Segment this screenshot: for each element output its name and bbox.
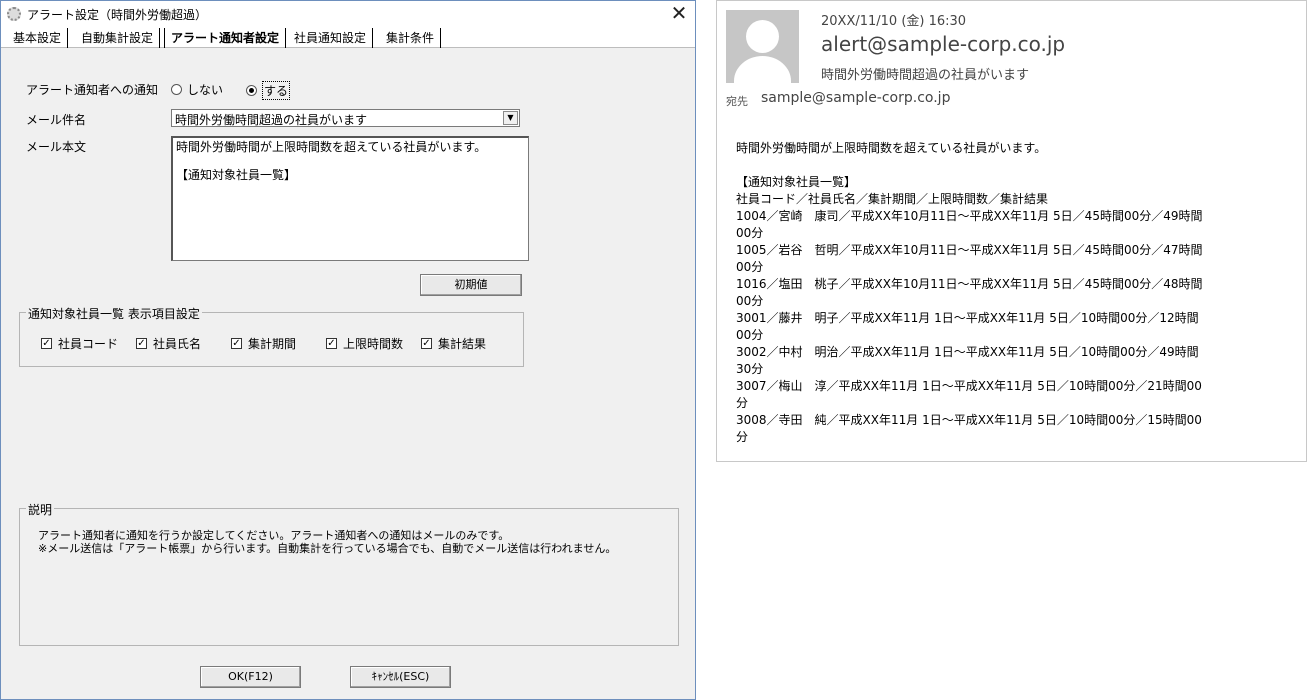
- avatar: [726, 10, 799, 83]
- notify-off-label: しない: [187, 83, 224, 97]
- notify-off-radio[interactable]: しない: [171, 81, 223, 98]
- checkbox-checked-icon: ✓: [231, 338, 242, 349]
- check-aggregate-result[interactable]: ✓ 集計結果: [421, 335, 486, 352]
- checkbox-checked-icon: ✓: [41, 338, 52, 349]
- checkbox-checked-icon: ✓: [421, 338, 432, 349]
- mail-body-line: 分: [736, 396, 749, 410]
- subject-combobox[interactable]: 時間外労働時間超過の社員がいます ▼: [171, 109, 520, 127]
- mail-body-line: 00分: [736, 260, 764, 274]
- gear-icon: [7, 7, 21, 21]
- mail-body-line: 1005／岩谷 哲明／平成XX年10月11日～平成XX年11月 5日／45時間0…: [736, 243, 1203, 257]
- body-textarea[interactable]: 時間外労働時間が上限時間数を超えている社員がいます。 【通知対象社員一覧】: [171, 136, 529, 261]
- ok-button[interactable]: OK(F12): [200, 666, 301, 688]
- radio-on-icon: [246, 85, 257, 96]
- body-label: メール本文: [26, 140, 87, 154]
- radio-off-icon: [171, 84, 182, 95]
- alert-settings-dialog: アラート設定（時間外労働超過） ✕ 基本設定 自動集計設定 アラート通知者設定 …: [0, 0, 696, 700]
- tab-basic[interactable]: 基本設定: [7, 28, 69, 48]
- check-limit-hours-label: 上限時間数: [343, 337, 404, 351]
- close-icon[interactable]: ✕: [663, 1, 695, 28]
- tab-alert-recipient[interactable]: アラート通知者設定: [164, 28, 287, 48]
- mail-to-label: 宛先: [726, 95, 748, 108]
- mail-body-line: 00分: [736, 294, 764, 308]
- reset-default-button[interactable]: 初期値: [420, 274, 522, 296]
- tab-aggregate-conditions[interactable]: 集計条件: [380, 28, 442, 48]
- display-items-title: 通知対象社員一覧 表示項目設定: [26, 305, 202, 322]
- mail-body-line: 00分: [736, 226, 764, 240]
- mail-body-line: 3002／中村 明治／平成XX年11月 1日～平成XX年11月 5日／10時間0…: [736, 345, 1199, 359]
- mail-body-line: 00分: [736, 328, 764, 342]
- mail-body-line: 1004／宮崎 康司／平成XX年10月11日～平成XX年11月 5日／45時間0…: [736, 209, 1203, 223]
- check-employee-code-label: 社員コード: [58, 337, 119, 351]
- description-title: 説明: [26, 501, 55, 518]
- subject-value: 時間外労働時間超過の社員がいます: [175, 113, 368, 127]
- chevron-down-icon[interactable]: ▼: [503, 111, 518, 125]
- mail-body-line: 3007／梅山 淳／平成XX年11月 1日～平成XX年11月 5日／10時間00…: [736, 379, 1202, 393]
- subject-label: メール件名: [26, 113, 87, 127]
- check-aggregate-result-label: 集計結果: [438, 337, 487, 351]
- display-items-group: 通知対象社員一覧 表示項目設定 ✓ 社員コード ✓ 社員氏名 ✓ 集計期間 ✓ …: [19, 305, 524, 367]
- mail-body: 時間外労働時間が上限時間数を超えている社員がいます。 【通知対象社員一覧】社員コー…: [736, 140, 1296, 446]
- notify-label: アラート通知者への通知: [26, 83, 159, 97]
- tab-auto-aggregate[interactable]: 自動集計設定: [75, 28, 161, 48]
- check-limit-hours[interactable]: ✓ 上限時間数: [326, 335, 403, 352]
- description-line-2: ※メール送信は「アラート帳票」から行います。自動集計を行っている場合でも、自動で…: [38, 542, 617, 555]
- mail-body-line: 1016／塩田 桃子／平成XX年10月11日～平成XX年11月 5日／45時間0…: [736, 277, 1203, 291]
- check-employee-code[interactable]: ✓ 社員コード: [41, 335, 118, 352]
- description-text: アラート通知者に通知を行うか設定してください。アラート通知者への通知はメールのみ…: [38, 529, 616, 555]
- user-icon: [746, 20, 779, 53]
- mail-from: alert@sample-corp.co.jp: [821, 32, 1066, 56]
- mail-body-line: 社員コード／社員氏名／集計期間／上限時間数／集計結果: [736, 192, 1049, 206]
- mail-to: sample@sample-corp.co.jp: [761, 90, 951, 106]
- mail-body-line: 3001／藤井 明子／平成XX年11月 1日～平成XX年11月 5日／10時間0…: [736, 311, 1199, 325]
- mail-body-line: 【通知対象社員一覧】: [736, 175, 857, 189]
- mail-body-line: 時間外労働時間が上限時間数を超えている社員がいます。: [736, 141, 1047, 155]
- mail-subject: 時間外労働時間超過の社員がいます: [821, 68, 1030, 83]
- check-aggregate-period-label: 集計期間: [248, 337, 297, 351]
- checkbox-checked-icon: ✓: [136, 338, 147, 349]
- checkbox-checked-icon: ✓: [326, 338, 337, 349]
- check-employee-name-label: 社員氏名: [153, 337, 202, 351]
- check-employee-name[interactable]: ✓ 社員氏名: [136, 335, 201, 352]
- tab-bar: 基本設定 自動集計設定 アラート通知者設定 社員通知設定 集計条件: [1, 28, 695, 48]
- cancel-button[interactable]: ｷｬﾝｾﾙ(ESC): [350, 666, 451, 688]
- check-aggregate-period[interactable]: ✓ 集計期間: [231, 335, 296, 352]
- mail-body-line: 3008／寺田 純／平成XX年11月 1日～平成XX年11月 5日／10時間00…: [736, 413, 1202, 427]
- mail-date: 20XX/11/10 (金) 16:30: [821, 14, 967, 29]
- title-bar: アラート設定（時間外労働超過） ✕: [1, 1, 695, 28]
- window-title: アラート設定（時間外労働超過）: [27, 8, 208, 22]
- mail-body-line: 30分: [736, 362, 764, 376]
- mail-body-line: 分: [736, 430, 749, 444]
- notify-on-radio[interactable]: する: [246, 81, 291, 100]
- tab-employee-notify[interactable]: 社員通知設定: [288, 28, 374, 48]
- mail-preview: 20XX/11/10 (金) 16:30 alert@sample-corp.c…: [716, 0, 1307, 462]
- mail-body-line: [736, 157, 1296, 174]
- description-line-1: アラート通知者に通知を行うか設定してください。アラート通知者への通知はメールのみ…: [38, 529, 510, 542]
- description-group: 説明 アラート通知者に通知を行うか設定してください。アラート通知者への通知はメー…: [19, 501, 679, 646]
- notify-on-label: する: [262, 81, 291, 100]
